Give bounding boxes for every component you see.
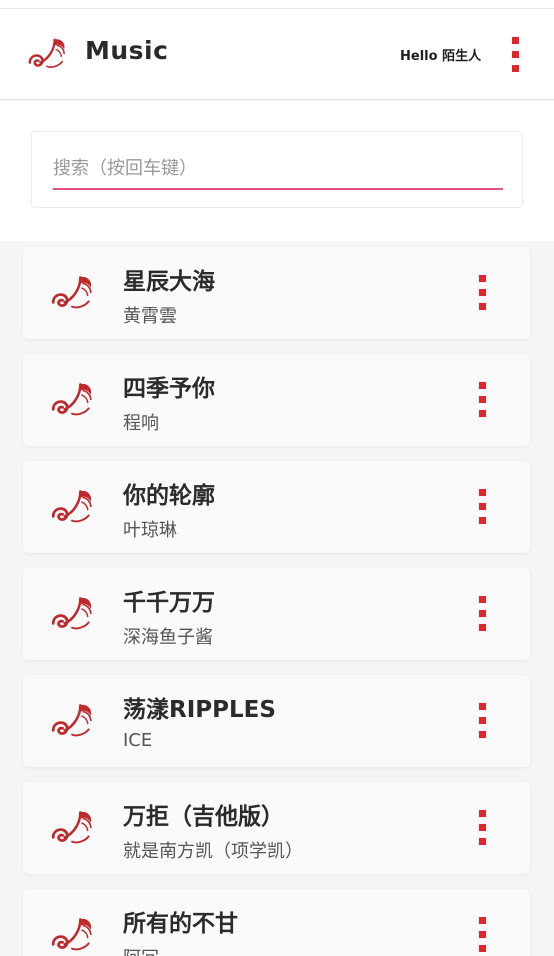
- app-title: Music: [85, 36, 169, 65]
- more-vertical-icon[interactable]: [475, 489, 491, 525]
- music-note-icon: [51, 489, 93, 523]
- music-note-icon: [51, 917, 93, 951]
- search-card: [31, 131, 523, 208]
- music-note-icon: [51, 275, 93, 309]
- song-list-item[interactable]: 千千万万 深海鱼子酱: [23, 568, 530, 660]
- song-artist: 黄霄雲: [123, 306, 177, 327]
- music-note-icon: [51, 703, 93, 737]
- more-vertical-icon[interactable]: [508, 37, 524, 73]
- more-vertical-icon[interactable]: [475, 810, 491, 846]
- more-vertical-icon[interactable]: [475, 917, 491, 953]
- music-note-icon: [51, 596, 93, 630]
- song-list-item[interactable]: 星辰大海 黄霄雲: [23, 247, 530, 339]
- song-title: 荡漾RIPPLES: [123, 697, 276, 723]
- song-artist: 深海鱼子酱: [123, 627, 213, 648]
- song-title: 你的轮廓: [123, 483, 215, 509]
- search-input[interactable]: [53, 154, 503, 190]
- song-title: 星辰大海: [123, 269, 215, 295]
- user-greeting: Hello 陌生人: [400, 49, 482, 64]
- song-title: 千千万万: [123, 590, 215, 616]
- song-title: 所有的不甘: [123, 911, 238, 937]
- status-strip: [0, 0, 554, 9]
- song-artist: ICE: [123, 730, 153, 751]
- song-title: 四季予你: [123, 376, 215, 402]
- song-list-item[interactable]: 万拒（吉他版） 就是南方凯（项学凯）: [23, 782, 530, 874]
- song-list-item[interactable]: 你的轮廓 叶琼琳: [23, 461, 530, 553]
- music-note-logo-icon: [28, 38, 66, 69]
- app-header: Music Hello 陌生人: [0, 9, 554, 100]
- more-vertical-icon[interactable]: [475, 703, 491, 739]
- song-list-item[interactable]: 四季予你 程响: [23, 354, 530, 446]
- more-vertical-icon[interactable]: [475, 382, 491, 418]
- song-artist: 叶琼琳: [123, 520, 177, 541]
- song-list-item[interactable]: 荡漾RIPPLES ICE: [23, 675, 530, 767]
- song-artist: 阿冗: [123, 944, 159, 956]
- more-vertical-icon[interactable]: [475, 275, 491, 311]
- song-list-item[interactable]: 所有的不甘 阿冗: [23, 889, 530, 956]
- song-title: 万拒（吉他版）: [123, 804, 284, 830]
- song-artist: 程响: [123, 413, 159, 434]
- music-note-icon: [51, 382, 93, 416]
- music-note-icon: [51, 810, 93, 844]
- song-artist: 就是南方凯（项学凯）: [123, 841, 303, 862]
- more-vertical-icon[interactable]: [475, 596, 491, 632]
- search-section: [0, 101, 554, 241]
